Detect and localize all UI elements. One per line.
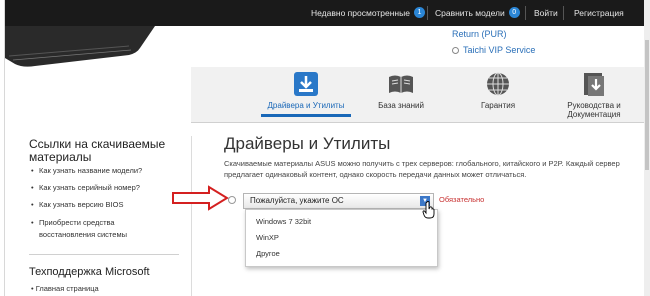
top-bar: Недавно просмотренные 1 Сравнить модели 0 … — [5, 0, 645, 26]
sidebar-link-bios-version[interactable]: Как узнать версию BIOS — [31, 200, 159, 217]
sidebar-links-microsoft: • Главная страница — [31, 284, 99, 293]
recently-viewed-link[interactable]: Недавно просмотренные 1 — [311, 0, 425, 26]
vip-service-link[interactable]: Taichi VIP Service — [452, 42, 535, 58]
active-tab-indicator — [261, 114, 351, 117]
sidebar-links: Как узнать название модели? Как узнать с… — [31, 166, 159, 241]
tab-warranty[interactable]: Гарантия — [453, 67, 543, 122]
column-divider — [191, 136, 192, 296]
os-option-windows-7-32bit[interactable]: Windows 7 32bit — [256, 217, 311, 226]
tab-label: Гарантия — [480, 101, 516, 110]
hand-cursor-icon — [422, 201, 435, 219]
recently-viewed-count-badge: 1 — [413, 7, 425, 19]
support-tabs: Драйвера и Утилиты База знаний Гарантия — [191, 67, 645, 123]
required-label: Обязательно — [439, 195, 485, 204]
page-title: Драйверы и Утилиты — [224, 134, 391, 153]
tab-knowledge-base[interactable]: База знаний — [356, 67, 446, 122]
sidebar-link-recovery-media[interactable]: Приобрести средства восстановления систе… — [31, 217, 159, 241]
top-bar-divider — [563, 6, 564, 20]
tab-label: Руководства и Документация — [567, 101, 621, 119]
vip-service-label: Taichi VIP Service — [463, 45, 536, 55]
page-frame: Недавно просмотренные 1 Сравнить модели 0 … — [4, 0, 646, 296]
sidebar-title: Ссылки на скачиваемые материалы — [29, 137, 166, 164]
sidebar-link-home[interactable]: • Главная страница — [31, 284, 99, 293]
servers-description: Скачиваемые материалы ASUS можно получит… — [224, 159, 620, 179]
sidebar-title-microsoft: Техподдержка Microsoft — [29, 266, 150, 278]
compare-models-link[interactable]: Сравнить модели 0 — [435, 0, 520, 26]
bullet-icon — [452, 47, 459, 55]
top-bar-divider — [525, 6, 526, 20]
book-icon — [389, 75, 413, 93]
product-links: Return (PUR) Taichi VIP Service — [452, 26, 535, 58]
login-link[interactable]: Войти — [534, 0, 558, 26]
os-select[interactable]: Пожалуйста, укажите ОС ▼ — [243, 193, 434, 209]
scrollbar-thumb[interactable] — [645, 40, 649, 170]
tab-label: База знаний — [378, 101, 424, 110]
return-link[interactable]: Return (PUR) — [452, 26, 535, 42]
os-radio-button[interactable] — [228, 196, 236, 204]
tab-drivers-utilities[interactable]: Драйвера и Утилиты — [261, 67, 351, 122]
sidebar-link-model-name[interactable]: Как узнать название модели? — [31, 166, 159, 183]
os-option-winxp[interactable]: WinXP — [256, 233, 279, 242]
register-link[interactable]: Регистрация — [574, 0, 624, 26]
laptop-product-image — [5, 26, 155, 67]
red-arrow-annotation-icon — [172, 185, 229, 211]
top-bar-divider — [427, 6, 428, 20]
compare-models-label: Сравнить модели — [435, 8, 505, 18]
download-box-icon — [294, 72, 318, 96]
os-option-other[interactable]: Другое — [256, 249, 280, 258]
os-select-value: Пожалуйста, укажите ОС — [250, 196, 344, 205]
sidebar-link-serial-number[interactable]: Как узнать серийный номер? — [31, 183, 159, 200]
tab-label: Драйвера и Утилиты — [267, 101, 345, 110]
sidebar-divider — [29, 254, 179, 255]
tab-manuals-documentation[interactable]: Руководства и Документация — [549, 67, 639, 122]
recently-viewed-label: Недавно просмотренные — [311, 8, 410, 18]
documents-icon — [584, 73, 604, 96]
globe-icon — [487, 72, 509, 96]
sidebar-link-home-label: Главная страница — [35, 284, 99, 293]
compare-count-badge: 0 — [508, 7, 520, 19]
os-dropdown-list: Windows 7 32bit WinXP Другое — [245, 209, 438, 267]
